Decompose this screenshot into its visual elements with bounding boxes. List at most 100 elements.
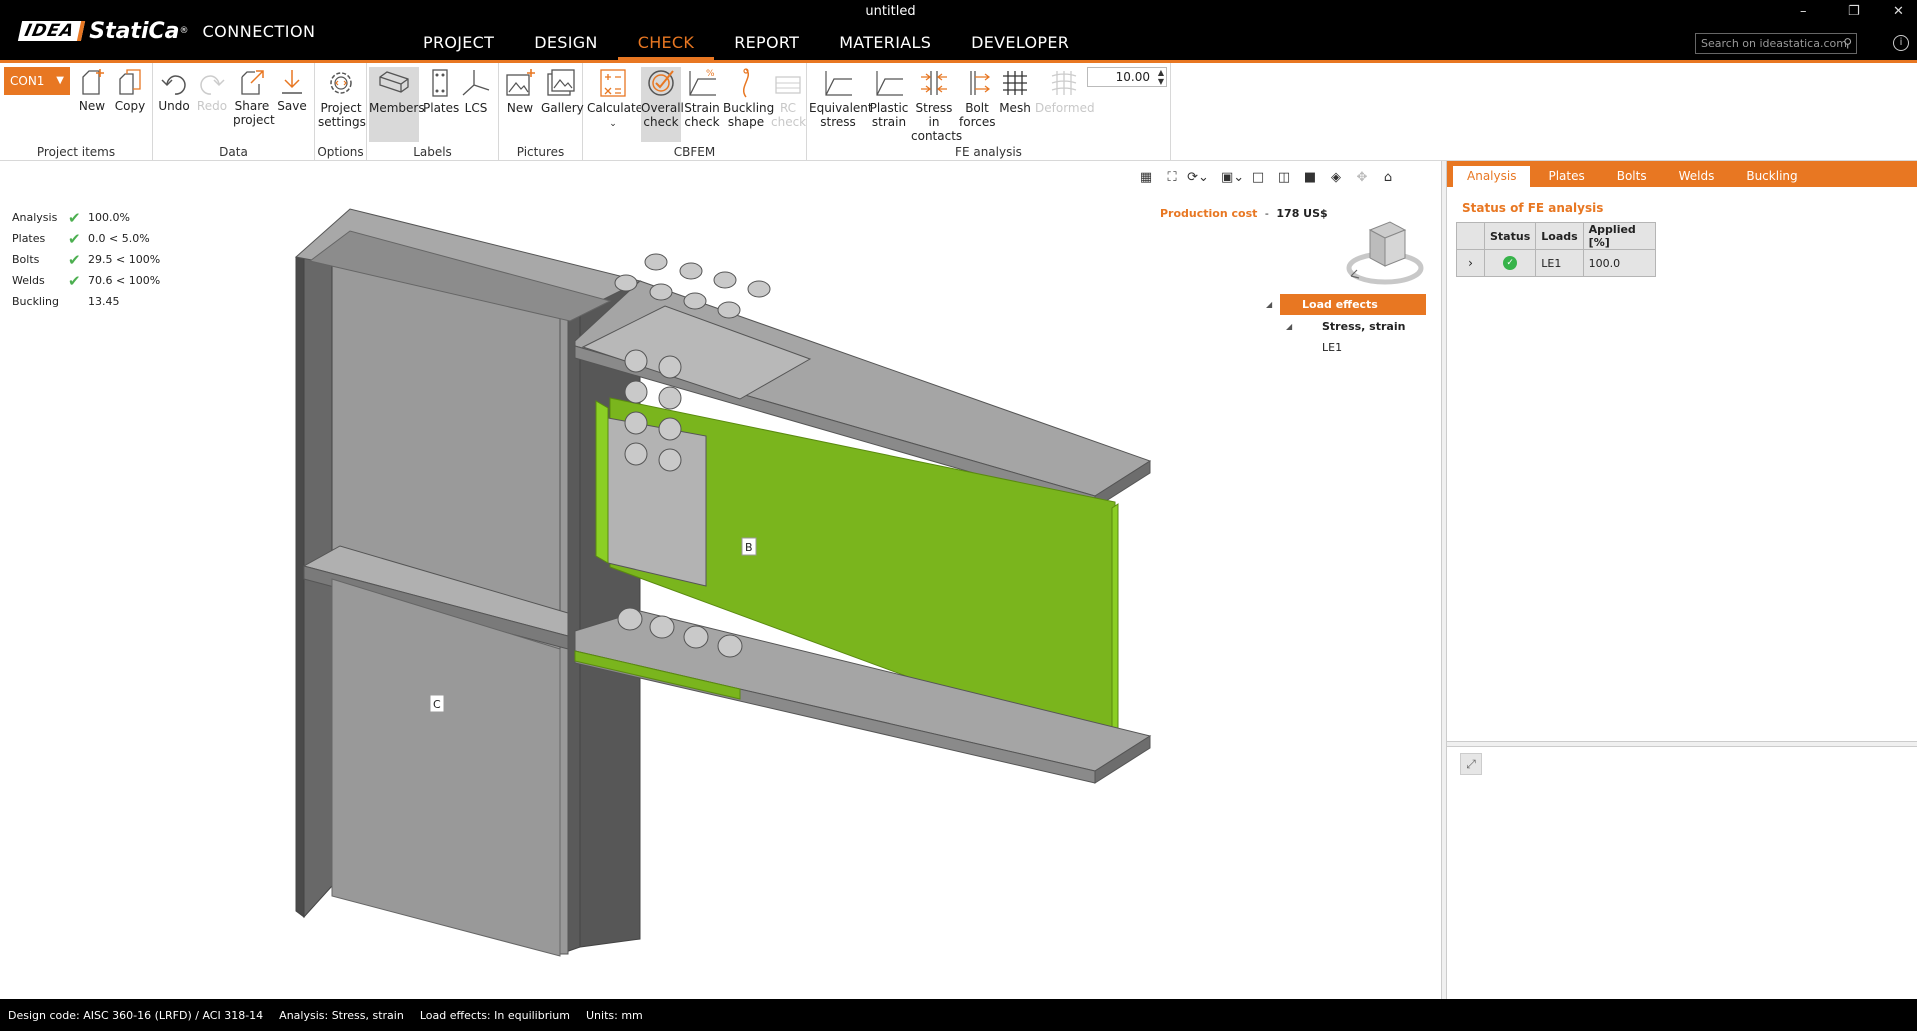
gallery-button[interactable]: Gallery — [541, 67, 584, 115]
equivalent-stress-button[interactable]: Equivalent stress — [809, 67, 873, 129]
result-row-buckling: Buckling 13.45 — [12, 291, 168, 312]
home-icon[interactable]: ⌂ — [1377, 167, 1399, 189]
wireframe-view-icon[interactable]: □ — [1247, 167, 1269, 189]
crop-icon[interactable]: ▣⌄ — [1221, 167, 1244, 189]
column-header-applied: Applied [%] — [1582, 222, 1656, 250]
panel-horizontal-splitter[interactable] — [1447, 741, 1917, 747]
minimize-button[interactable]: – — [1800, 4, 1807, 19]
rc-check-button[interactable]: RC check — [771, 67, 806, 129]
info-icon[interactable]: i — [1893, 35, 1909, 51]
tree-node-label: Stress, strain — [1322, 320, 1406, 333]
nav-developer[interactable]: DEVELOPER — [951, 32, 1089, 60]
column-header-status: Status — [1483, 222, 1537, 250]
main-nav: PROJECT DESIGN CHECK REPORT MATERIALS DE… — [403, 32, 1089, 60]
buckling-shape-button[interactable]: Buckling shape — [723, 67, 774, 129]
redo-button[interactable]: Redo — [195, 67, 229, 113]
expand-icon[interactable]: ⤢ — [1460, 753, 1482, 775]
group-fe-analysis: Equivalent stress Plastic strain Stress … — [807, 63, 1171, 161]
solid-view-icon[interactable]: ■ — [1299, 167, 1321, 189]
save-button[interactable]: Save — [275, 67, 309, 113]
project-settings-button[interactable]: Project settings — [318, 67, 366, 129]
overall-check-label-1: Overall — [641, 101, 684, 115]
save-icon — [282, 70, 302, 94]
title-bar: IDEA StatiCa ® CONNECTION untitled PROJE… — [0, 0, 1917, 60]
connection-model[interactable]: B C — [0, 161, 1441, 999]
spinner-arrows-icon[interactable]: ▲ ▼ — [1158, 68, 1164, 86]
tab-welds[interactable]: Welds — [1665, 166, 1729, 187]
members-label-toggle[interactable]: Members — [369, 67, 425, 142]
column-label[interactable]: C — [433, 698, 441, 711]
group-label-data: Data — [219, 145, 248, 159]
rotate-icon[interactable]: ⟳⌄ — [1187, 167, 1209, 189]
undo-button[interactable]: Undo — [157, 67, 191, 113]
connection-select[interactable]: CON1 ▼ — [4, 67, 70, 95]
bolt-forces-button[interactable]: Bolt forces — [959, 67, 995, 129]
bolt-force-icon — [970, 71, 990, 95]
copy-item-button[interactable]: Copy — [114, 67, 146, 113]
search-icon[interactable]: ⚲ — [1843, 36, 1852, 50]
3d-viewport[interactable]: B C Analysis ✔ 100.0% Plates ✔ 0.0 < 5.0… — [0, 161, 1441, 999]
overall-check-button[interactable]: Overall check — [641, 67, 684, 142]
nav-materials[interactable]: MATERIALS — [819, 32, 951, 60]
status-design-code: Design code: AISC 360-16 (LRFD) / ACI 31… — [8, 1008, 264, 1022]
strain-check-button[interactable]: % Strain check — [683, 67, 721, 129]
deformed-button[interactable]: Deformed — [1035, 67, 1095, 115]
group-project-items: CON1 ▼ New Copy Project items — [0, 63, 153, 161]
result-label: Buckling — [12, 295, 60, 308]
zoom-extents-icon[interactable]: ⛶ — [1161, 167, 1183, 189]
project-settings-label-1: Project — [320, 101, 362, 115]
redo-icon — [200, 75, 225, 95]
result-value: 0.0 < 5.0% — [88, 232, 150, 245]
rc-block-icon — [775, 76, 801, 94]
plate-icon — [432, 69, 448, 97]
check-icon: ✔ — [68, 208, 81, 227]
plastic-strain-button[interactable]: Plastic strain — [869, 67, 909, 129]
fe-status-table: Status Loads Applied [%] › ✓ LE1 100.0 — [1456, 222, 1656, 277]
result-row-plates: Plates ✔ 0.0 < 5.0% — [12, 228, 168, 249]
nav-project[interactable]: PROJECT — [403, 32, 514, 60]
share-project-button[interactable]: Share project — [233, 67, 275, 127]
plastic-strain-label-2: strain — [871, 115, 907, 129]
transparent-view-icon[interactable]: ◫ — [1273, 167, 1295, 189]
tree-node-stress-strain[interactable]: ◢ Stress, strain — [1280, 316, 1426, 337]
gallery-icon — [547, 69, 575, 96]
plates-label: Plates — [423, 101, 460, 115]
tab-bolts[interactable]: Bolts — [1603, 166, 1661, 187]
group-cbfem: Calculate ⌄ Overall check % Strain check… — [583, 63, 807, 161]
measure-icon[interactable]: ▦ — [1135, 167, 1157, 189]
view-cube[interactable] — [1345, 216, 1430, 291]
plates-label-toggle[interactable]: Plates — [423, 67, 460, 115]
table-row[interactable]: › ✓ LE1 100.0 — [1456, 249, 1656, 277]
buckling-shape-label-1: Buckling — [723, 101, 775, 115]
collapse-triangle-icon[interactable]: ◢ — [1286, 316, 1292, 337]
status-ok-icon: ✓ — [1503, 256, 1518, 270]
tab-buckling[interactable]: Buckling — [1732, 166, 1811, 187]
tree-node-le1[interactable]: LE1 — [1280, 337, 1426, 358]
axis-icon[interactable]: ✥ — [1351, 167, 1373, 189]
nav-report[interactable]: REPORT — [714, 32, 819, 60]
maximize-button[interactable]: ❐ — [1848, 4, 1860, 19]
tab-plates[interactable]: Plates — [1534, 166, 1598, 187]
new-item-button[interactable]: New — [76, 67, 108, 113]
check-badge-icon — [648, 70, 674, 96]
collapse-triangle-icon[interactable]: ◢ — [1266, 294, 1272, 315]
lcs-toggle[interactable]: LCS — [459, 67, 493, 115]
stress-in-contacts-button[interactable]: Stress in contacts — [911, 67, 962, 143]
nav-design[interactable]: DESIGN — [514, 32, 617, 60]
equivalent-stress-label-1: Equivalent — [809, 101, 873, 115]
close-button[interactable]: ✕ — [1893, 4, 1904, 19]
tab-analysis[interactable]: Analysis — [1453, 166, 1531, 187]
chevron-right-icon[interactable]: › — [1456, 249, 1485, 277]
deformation-scale-input[interactable]: 10.00 ▲ ▼ — [1087, 67, 1167, 87]
mesh-button[interactable]: Mesh — [997, 67, 1033, 115]
tree-node-load-effects[interactable]: ◢ Load effects — [1266, 294, 1426, 315]
section-view-icon[interactable]: ◈ — [1325, 167, 1347, 189]
status-cell: ✓ — [1483, 249, 1537, 277]
new-picture-button[interactable]: New — [501, 67, 539, 115]
check-icon: ✔ — [68, 250, 81, 269]
nav-check[interactable]: CHECK — [617, 32, 715, 60]
beam-label[interactable]: B — [745, 541, 753, 554]
strain-check-label-1: Strain — [684, 101, 720, 115]
calculate-button[interactable]: Calculate ⌄ — [587, 67, 643, 131]
search-input[interactable]: Search on ideastatica.com ⚲ — [1695, 33, 1857, 54]
